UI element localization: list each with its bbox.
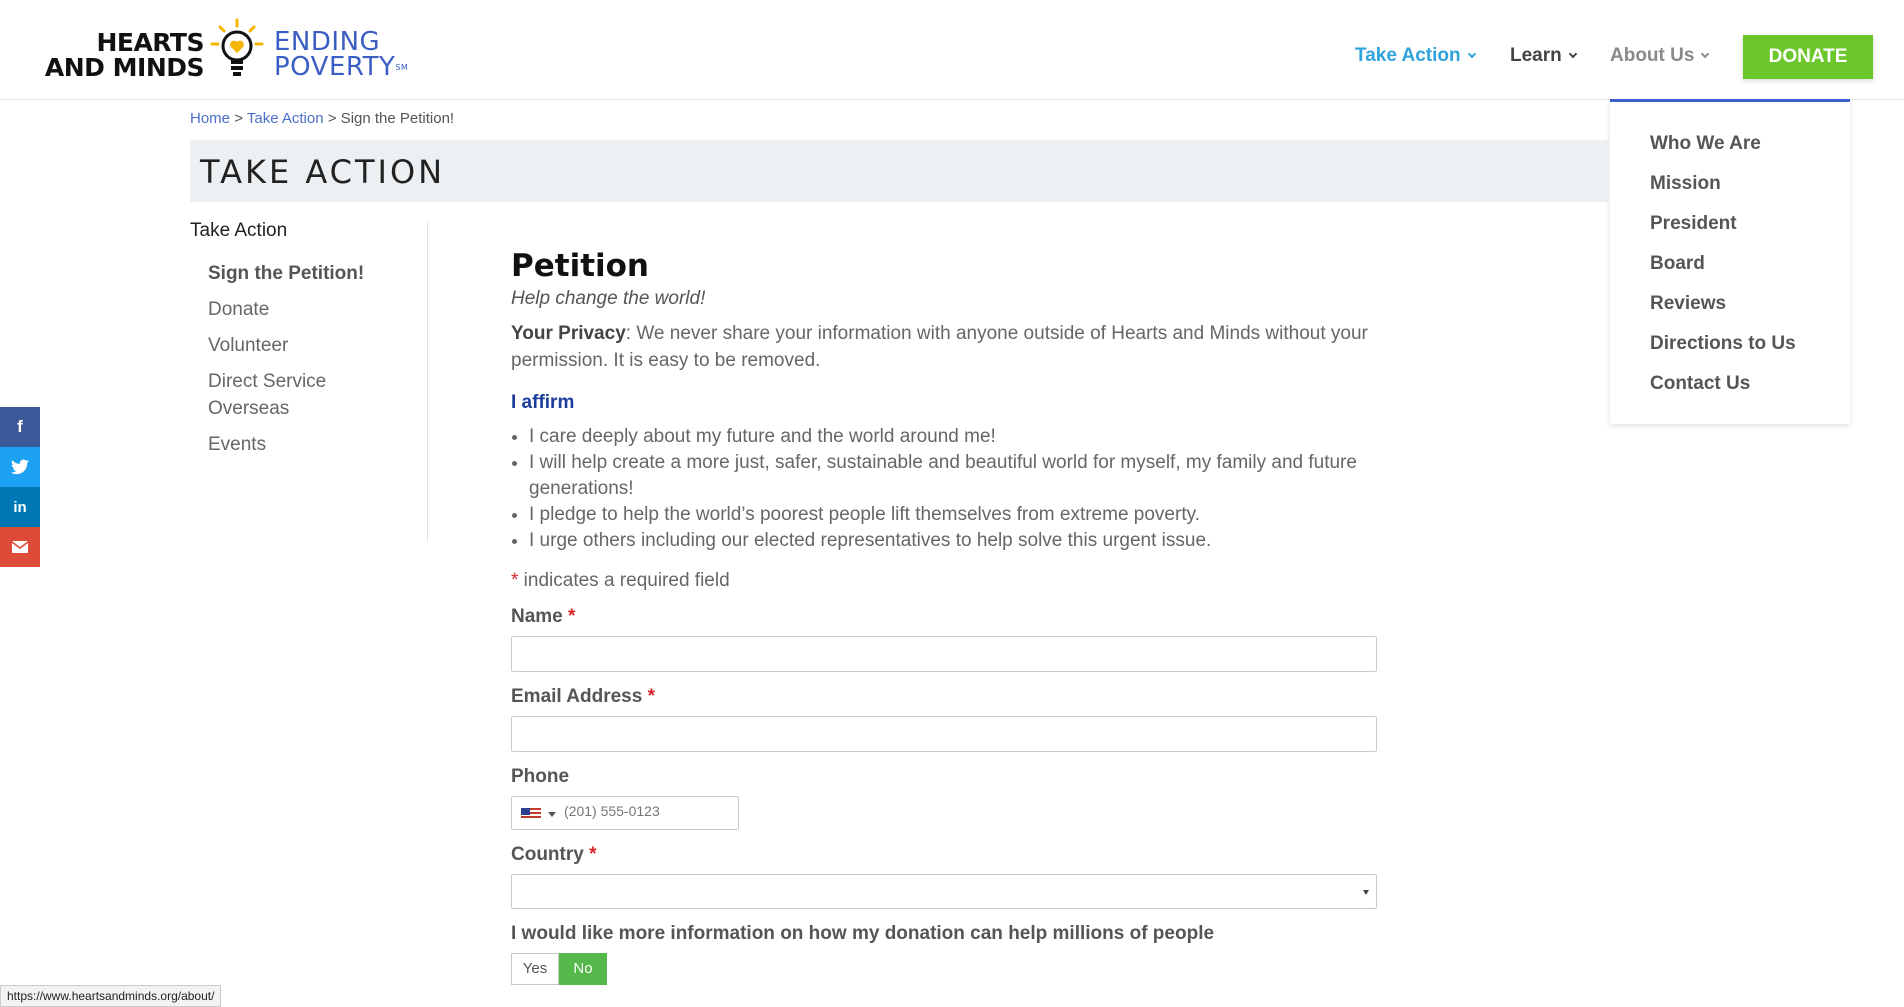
breadcrumb-separator: > bbox=[234, 110, 243, 127]
chevron-down-icon bbox=[1568, 49, 1577, 59]
twitter-icon bbox=[11, 459, 29, 475]
donate-button[interactable]: DONATE bbox=[1743, 35, 1873, 79]
site-logo[interactable]: HEARTS AND MINDS ENDING POVERTYSM bbox=[34, 18, 424, 82]
yes-option[interactable]: Yes bbox=[511, 953, 559, 985]
phone-label: Phone bbox=[511, 766, 570, 787]
logo-minds-text: AND MINDS bbox=[44, 53, 205, 82]
page-title: TAKE ACTION bbox=[200, 153, 446, 191]
dropdown-item-president[interactable]: President bbox=[1610, 210, 1850, 250]
sidebar-divider bbox=[427, 222, 428, 542]
dropdown-item-mission[interactable]: Mission bbox=[1610, 170, 1850, 210]
name-field[interactable] bbox=[511, 636, 1377, 672]
email-share-button[interactable] bbox=[0, 527, 40, 567]
dropdown-item-board[interactable]: Board bbox=[1610, 250, 1850, 290]
petition-content: Petition Help change the world! Your Pri… bbox=[511, 248, 1381, 985]
dropdown-item-who-we-are[interactable]: Who We Are bbox=[1610, 130, 1850, 170]
breadcrumb-current: Sign the Petition! bbox=[340, 110, 455, 127]
name-label-text: Name bbox=[511, 606, 563, 627]
breadcrumb-take-action[interactable]: Take Action bbox=[247, 110, 324, 127]
affirm-list: I care deeply about my future and the wo… bbox=[511, 424, 1381, 554]
us-flag-icon[interactable] bbox=[521, 808, 541, 820]
logo-text-left: HEARTS AND MINDS bbox=[34, 28, 205, 82]
chevron-down-icon bbox=[1701, 49, 1710, 59]
required-asterisk: * bbox=[568, 606, 576, 627]
privacy-notice: Your Privacy: We never share your inform… bbox=[511, 320, 1381, 374]
privacy-text: : We never share your information with a… bbox=[511, 323, 1368, 371]
nav-about-us[interactable]: About Us bbox=[1610, 45, 1710, 67]
chevron-down-icon bbox=[1467, 49, 1476, 59]
logo-hearts-text: HEARTS bbox=[96, 28, 204, 57]
affirm-item: I will help create a more just, safer, s… bbox=[529, 450, 1381, 502]
logo-text-right: ENDING POVERTYSM bbox=[274, 29, 409, 82]
privacy-label: Your Privacy bbox=[511, 323, 626, 344]
sidebar-item-events[interactable]: Events bbox=[208, 431, 408, 458]
lightbulb-icon bbox=[210, 18, 264, 76]
sidebar-item-donate[interactable]: Donate bbox=[208, 296, 408, 323]
sidebar-nav: Sign the Petition! Donate Volunteer Dire… bbox=[208, 260, 408, 467]
name-label: Name * bbox=[511, 606, 1381, 628]
country-select[interactable] bbox=[511, 874, 1377, 909]
nav-take-action[interactable]: Take Action bbox=[1355, 45, 1476, 67]
nav-take-action-label: Take Action bbox=[1355, 45, 1461, 66]
affirm-item: I urge others including our elected repr… bbox=[529, 528, 1381, 554]
email-label: Email Address * bbox=[511, 686, 1381, 708]
sidebar-item-volunteer[interactable]: Volunteer bbox=[208, 332, 408, 359]
phone-field[interactable] bbox=[564, 803, 724, 819]
nav-learn[interactable]: Learn bbox=[1510, 45, 1577, 67]
affirm-item: I pledge to help the world’s poorest peo… bbox=[529, 502, 1381, 528]
breadcrumb-separator: > bbox=[327, 110, 337, 127]
required-field-note: * indicates a required field bbox=[511, 570, 1381, 592]
sidebar-item-direct-service-overseas[interactable]: Direct Service Overseas bbox=[208, 368, 408, 422]
required-asterisk: * bbox=[647, 686, 655, 707]
nav-learn-label: Learn bbox=[1510, 45, 1562, 66]
facebook-icon: f bbox=[17, 417, 23, 436]
linkedin-icon: in bbox=[13, 498, 27, 516]
affirm-heading: I affirm bbox=[511, 392, 575, 413]
no-option[interactable]: No bbox=[559, 953, 607, 985]
logo-service-mark: SM bbox=[395, 63, 409, 72]
sidebar-title: Take Action bbox=[190, 220, 288, 241]
facebook-share-button[interactable]: f bbox=[0, 407, 40, 447]
affirm-item: I care deeply about my future and the wo… bbox=[529, 424, 1381, 450]
breadcrumb-home[interactable]: Home bbox=[190, 110, 230, 127]
email-icon bbox=[12, 541, 28, 553]
twitter-share-button[interactable] bbox=[0, 447, 40, 487]
sidebar-item-sign-petition[interactable]: Sign the Petition! bbox=[208, 260, 408, 287]
country-label: Country * bbox=[511, 844, 1381, 866]
page-title-bar: TAKE ACTION bbox=[190, 140, 1610, 202]
email-field[interactable] bbox=[511, 716, 1377, 752]
petition-heading: Petition bbox=[511, 248, 650, 284]
email-label-text: Email Address bbox=[511, 686, 643, 707]
caret-down-icon bbox=[1363, 890, 1369, 895]
dropdown-item-reviews[interactable]: Reviews bbox=[1610, 290, 1850, 330]
dropdown-item-directions[interactable]: Directions to Us bbox=[1610, 330, 1850, 370]
dropdown-item-contact-us[interactable]: Contact Us bbox=[1610, 370, 1850, 410]
breadcrumb: Home > Take Action > Sign the Petition! bbox=[190, 110, 454, 127]
linkedin-share-button[interactable]: in bbox=[0, 487, 40, 527]
browser-status-bar: https://www.heartsandminds.org/about/ bbox=[0, 985, 222, 1007]
logo-poverty-text: POVERTY bbox=[274, 52, 396, 82]
site-header: HEARTS AND MINDS ENDING POVERTYSM Take A… bbox=[0, 0, 1904, 100]
phone-field-wrapper bbox=[511, 796, 739, 830]
required-note-text: indicates a required field bbox=[518, 570, 730, 591]
more-info-label: I would like more information on how my … bbox=[511, 923, 1215, 944]
more-info-toggle: Yes No bbox=[511, 953, 1381, 985]
about-us-dropdown: Who We Are Mission President Board Revie… bbox=[1610, 99, 1850, 424]
nav-about-us-label: About Us bbox=[1610, 45, 1695, 66]
required-asterisk: * bbox=[589, 844, 597, 865]
country-label-text: Country bbox=[511, 844, 584, 865]
petition-subheading: Help change the world! bbox=[511, 288, 706, 309]
caret-down-icon[interactable] bbox=[548, 812, 556, 817]
